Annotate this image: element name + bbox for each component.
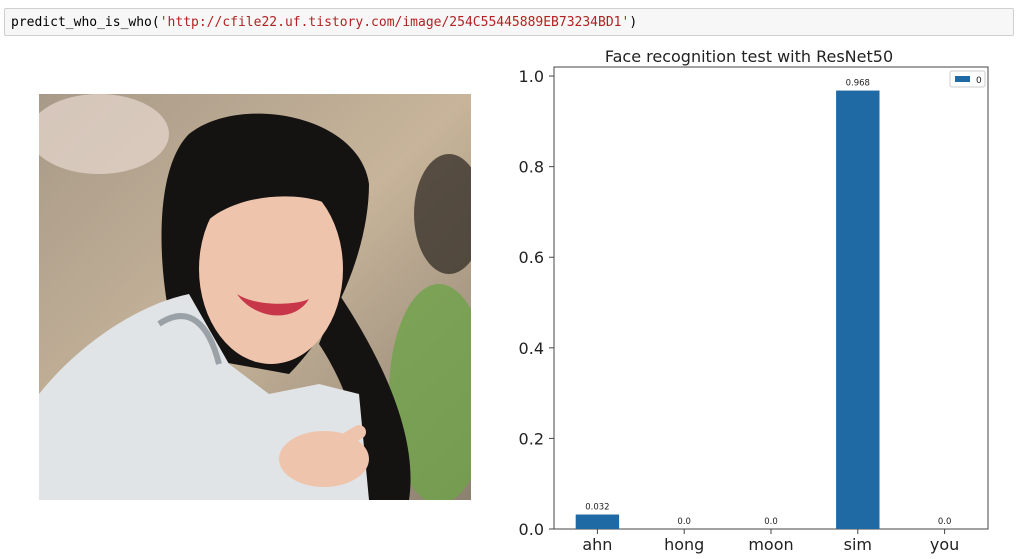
chart-title: Face recognition test with ResNet50	[605, 47, 893, 66]
plot-frame	[553, 66, 989, 530]
x-tick-label-hong: hong	[664, 535, 704, 554]
plot-area: 0.0 0.2 0.4 0.6 0.8 1.0 0.032 ahn 0.0 hong 0.0 moon…	[519, 66, 989, 554]
data-label-sim: 0.968	[846, 79, 870, 89]
portrait-photo-icon	[39, 94, 471, 500]
y-tick-label: 0.8	[519, 158, 544, 177]
legend-label: 0	[976, 76, 982, 86]
x-tick-label-you: you	[930, 535, 959, 554]
y-tick-label: 0.0	[519, 520, 544, 539]
data-label-hong: 0.0	[677, 517, 691, 527]
portrait-photo	[39, 94, 471, 500]
x-tick-label-sim: sim	[844, 535, 872, 554]
x-tick-label-moon: moon	[748, 535, 793, 554]
code-cell[interactable]: predict_who_is_who('http://cfile22.uf.ti…	[4, 8, 1014, 36]
bar-sim	[836, 90, 880, 529]
data-label-ahn: 0.032	[585, 503, 609, 513]
data-label-moon: 0.0	[764, 517, 778, 527]
code-line[interactable]: predict_who_is_who('http://cfile22.uf.ti…	[11, 15, 637, 30]
y-tick-label: 0.6	[519, 248, 544, 267]
code-string-argument: 'http://cfile22.uf.tistory.com/image/254…	[159, 15, 630, 30]
code-function: predict_who_is_who(	[11, 15, 160, 30]
data-label-you: 0.0	[938, 517, 952, 527]
bar-chart: Face recognition test with ResNet50 0.0 0…	[505, 42, 1005, 559]
y-tick-label: 1.0	[519, 67, 544, 86]
bar-ahn	[575, 514, 620, 529]
code-close-paren: )	[629, 15, 638, 30]
legend-swatch	[955, 76, 970, 82]
x-tick-label-ahn: ahn	[582, 535, 612, 554]
chart-canvas: Face recognition test with ResNet50 0.00…	[519, 47, 989, 554]
y-tick-label: 0.4	[519, 339, 544, 358]
y-tick-label: 0.2	[519, 429, 544, 448]
